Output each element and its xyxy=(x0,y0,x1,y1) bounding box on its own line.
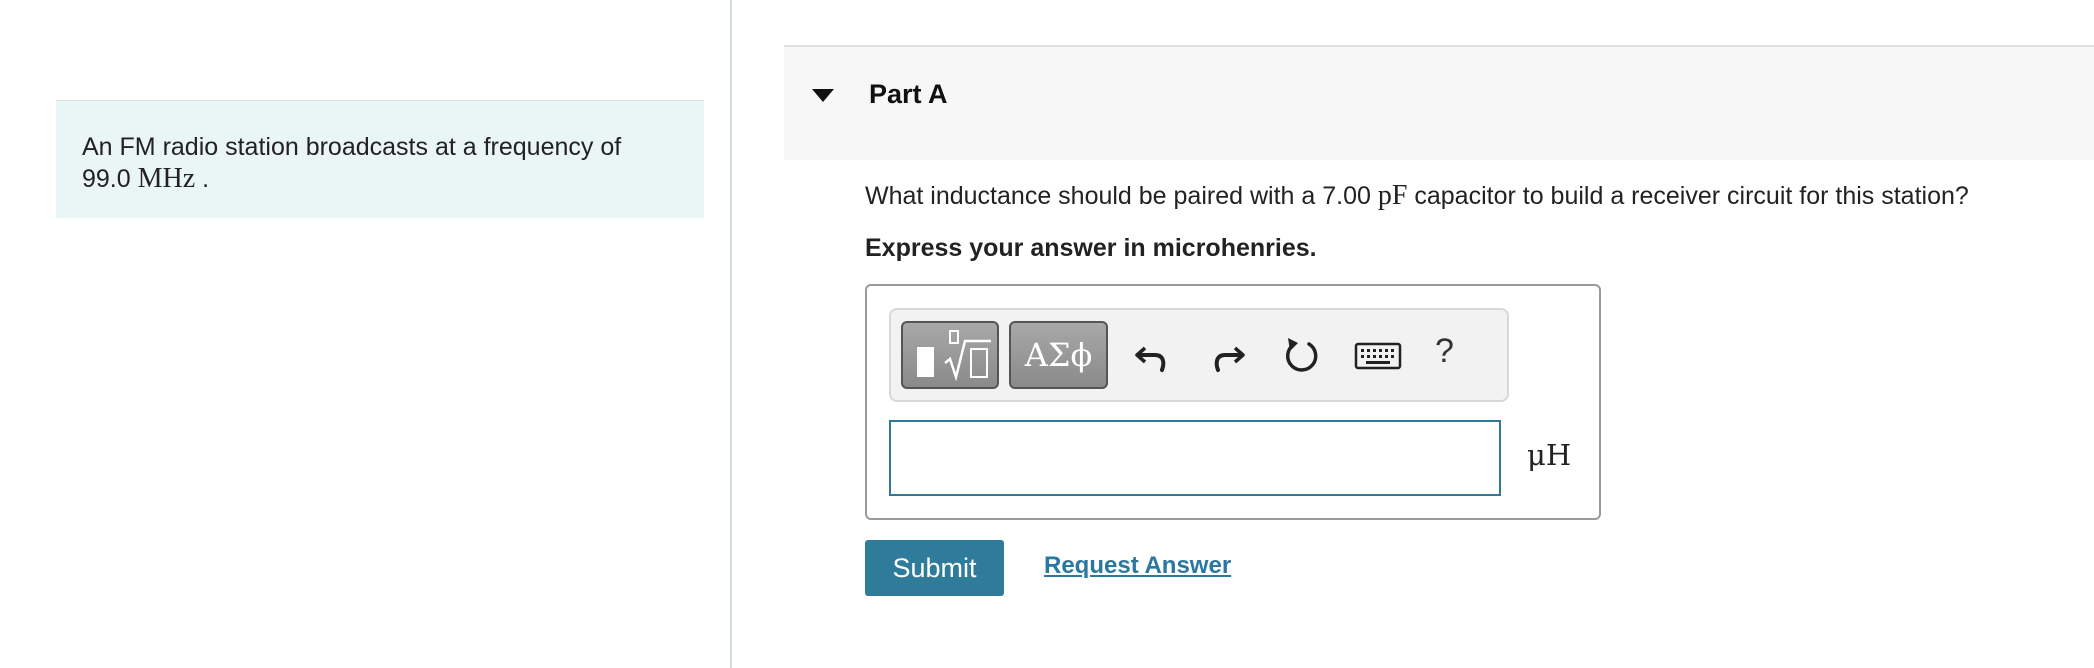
part-title: Part A xyxy=(869,79,948,109)
answer-instruction: Express your answer in microhenries. xyxy=(865,234,1317,262)
sqrt-template-icon xyxy=(944,330,991,382)
column-divider xyxy=(730,0,732,668)
templates-icon xyxy=(917,347,934,377)
intro-unit: MHz xyxy=(137,163,196,194)
redo-icon[interactable] xyxy=(1205,334,1249,378)
reset-icon[interactable] xyxy=(1279,334,1323,378)
symbols-button[interactable]: ΑΣϕ xyxy=(1009,321,1108,389)
answer-box: ΑΣϕ ? μH xyxy=(865,284,1601,520)
symbols-icon: ΑΣϕ xyxy=(1024,336,1093,374)
intro-text: An FM radio station broadcasts at a freq… xyxy=(82,133,622,161)
keyboard-icon[interactable] xyxy=(1353,334,1403,378)
question-before: What inductance should be paired with a … xyxy=(865,182,1371,210)
problem-intro: An FM radio station broadcasts at a freq… xyxy=(56,100,704,218)
intro-period: . xyxy=(202,165,210,193)
submit-button[interactable]: Submit xyxy=(865,540,1004,596)
undo-icon[interactable] xyxy=(1131,334,1175,378)
question-after: capacitor to build a receiver circuit fo… xyxy=(1414,182,1969,210)
collapse-caret-icon[interactable] xyxy=(812,89,834,102)
question-text: What inductance should be paired with a … xyxy=(865,180,1969,212)
templates-button[interactable] xyxy=(901,321,999,389)
answer-unit: μH xyxy=(1527,438,1572,472)
intro-value: 99.0 xyxy=(82,165,131,193)
page: An FM radio station broadcasts at a freq… xyxy=(0,0,2094,668)
request-answer-link[interactable]: Request Answer xyxy=(1044,552,1231,580)
question-unit: pF xyxy=(1377,180,1408,211)
part-header[interactable]: Part A xyxy=(784,45,2094,160)
math-toolbar: ΑΣϕ ? xyxy=(889,308,1509,402)
help-icon[interactable]: ? xyxy=(1435,332,1454,371)
answer-input[interactable] xyxy=(889,420,1501,496)
